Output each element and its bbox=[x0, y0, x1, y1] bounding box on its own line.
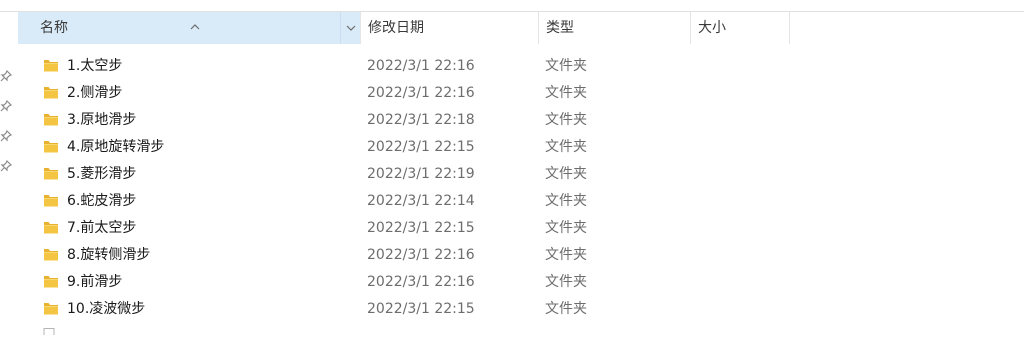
list-item[interactable]: 9.前滑步 2022/3/1 22:16 文件夹 bbox=[18, 269, 1024, 296]
item-name: 4.原地旋转滑步 bbox=[67, 139, 165, 155]
column-header-type[interactable]: 类型 bbox=[538, 12, 690, 44]
item-name: 6.蛇皮滑步 bbox=[67, 193, 137, 209]
file-list: 1.太空步 2022/3/1 22:16 文件夹 2.侧滑步 2022/3/1 22:1… bbox=[18, 53, 1024, 323]
item-date-modified: 2022/3/1 22:19 bbox=[367, 166, 475, 182]
folder-icon bbox=[43, 166, 59, 181]
item-type: 文件夹 bbox=[545, 220, 587, 236]
item-type: 文件夹 bbox=[545, 193, 587, 209]
column-header-bar: 名称 修改日期 类型 大小 bbox=[18, 12, 1024, 44]
item-date-modified: 2022/3/1 22:16 bbox=[367, 58, 475, 74]
pin-icon[interactable] bbox=[0, 160, 12, 172]
folder-icon bbox=[43, 193, 59, 208]
column-header-date-label: 修改日期 bbox=[368, 20, 424, 36]
folder-icon bbox=[43, 247, 59, 262]
sort-ascending-icon bbox=[188, 12, 202, 30]
item-name: 3.原地滑步 bbox=[67, 112, 137, 128]
list-item[interactable]: 3.原地滑步 2022/3/1 22:18 文件夹 bbox=[18, 107, 1024, 134]
list-item[interactable]: 1.太空步 2022/3/1 22:16 文件夹 bbox=[18, 53, 1024, 80]
chevron-down-icon bbox=[346, 20, 356, 36]
list-item[interactable]: 10.凌波微步 2022/3/1 22:15 文件夹 bbox=[18, 296, 1024, 323]
folder-icon bbox=[43, 301, 59, 316]
folder-icon bbox=[43, 139, 59, 154]
item-type: 文件夹 bbox=[545, 301, 587, 317]
item-name: 1.太空步 bbox=[67, 58, 123, 74]
folder-icon bbox=[43, 220, 59, 235]
pin-icon[interactable] bbox=[0, 100, 12, 112]
column-header-name[interactable]: 名称 bbox=[18, 12, 360, 44]
item-type: 文件夹 bbox=[545, 247, 587, 263]
list-item[interactable]: 2.侧滑步 2022/3/1 22:16 文件夹 bbox=[18, 80, 1024, 107]
item-date-modified: 2022/3/1 22:16 bbox=[367, 247, 475, 263]
item-type: 文件夹 bbox=[545, 58, 587, 74]
navigation-pane-edge bbox=[0, 12, 18, 330]
pin-icon[interactable] bbox=[0, 130, 12, 142]
column-header-date[interactable]: 修改日期 bbox=[360, 12, 540, 44]
folder-icon bbox=[43, 274, 59, 289]
list-item[interactable]: 5.菱形滑步 2022/3/1 22:19 文件夹 bbox=[18, 161, 1024, 188]
folder-icon bbox=[43, 85, 59, 100]
pin-icon[interactable] bbox=[0, 70, 12, 82]
column-header-size-label: 大小 bbox=[698, 20, 726, 36]
item-type: 文件夹 bbox=[545, 274, 587, 290]
item-type: 文件夹 bbox=[545, 112, 587, 128]
list-item[interactable]: 6.蛇皮滑步 2022/3/1 22:14 文件夹 bbox=[18, 188, 1024, 215]
item-date-modified: 2022/3/1 22:15 bbox=[367, 139, 475, 155]
column-header-name-label: 名称 bbox=[40, 20, 68, 36]
column-header-size[interactable]: 大小 bbox=[690, 12, 790, 44]
item-type: 文件夹 bbox=[545, 139, 587, 155]
item-date-modified: 2022/3/1 22:14 bbox=[367, 193, 475, 209]
item-name: 2.侧滑步 bbox=[67, 85, 123, 101]
item-date-modified: 2022/3/1 22:15 bbox=[367, 220, 475, 236]
item-date-modified: 2022/3/1 22:15 bbox=[367, 301, 475, 317]
list-item[interactable]: 7.前太空步 2022/3/1 22:15 文件夹 bbox=[18, 215, 1024, 242]
file-icon bbox=[43, 323, 57, 336]
list-item[interactable]: 8.旋转侧滑步 2022/3/1 22:16 文件夹 bbox=[18, 242, 1024, 269]
item-date-modified: 2022/3/1 22:16 bbox=[367, 274, 475, 290]
list-item[interactable]: 4.原地旋转滑步 2022/3/1 22:15 文件夹 bbox=[18, 134, 1024, 161]
item-date-modified: 2022/3/1 22:16 bbox=[367, 85, 475, 101]
item-name: 10.凌波微步 bbox=[67, 301, 146, 317]
column-name-dropdown[interactable] bbox=[340, 12, 360, 44]
folder-icon bbox=[43, 112, 59, 127]
item-name: 7.前太空步 bbox=[67, 220, 137, 236]
item-type: 文件夹 bbox=[545, 166, 587, 182]
folder-icon bbox=[43, 58, 59, 73]
item-type: 文件夹 bbox=[545, 85, 587, 101]
item-name: 9.前滑步 bbox=[67, 274, 123, 290]
item-date-modified: 2022/3/1 22:18 bbox=[367, 112, 475, 128]
item-name: 5.菱形滑步 bbox=[67, 166, 137, 182]
item-name: 8.旋转侧滑步 bbox=[67, 247, 151, 263]
column-header-type-label: 类型 bbox=[546, 20, 574, 36]
